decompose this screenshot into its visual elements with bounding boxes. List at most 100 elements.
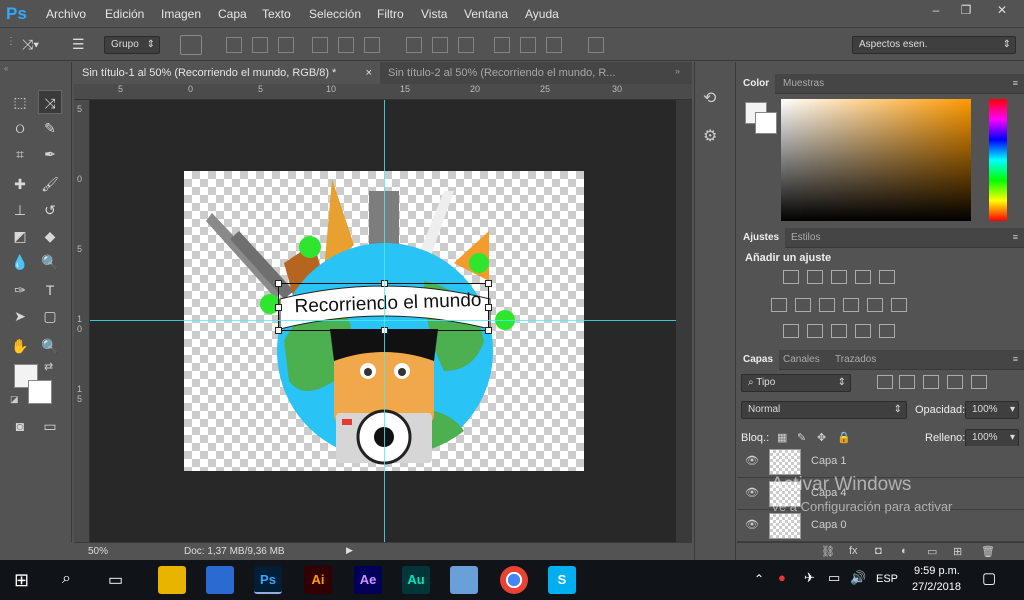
invert-icon[interactable] [783, 324, 799, 338]
distribute-left-icon[interactable] [494, 37, 510, 53]
screen-mode-icon[interactable]: ▭ [38, 414, 62, 438]
volume-tray-icon[interactable]: 🔊 [850, 570, 866, 586]
collapse-icon[interactable]: « [4, 64, 8, 73]
brightness-icon[interactable] [783, 270, 799, 284]
visibility-eye-icon[interactable]: 👁 [745, 486, 759, 499]
zoom-tool-icon[interactable]: 🔍 [38, 334, 62, 358]
filter-type-icon[interactable] [923, 375, 939, 389]
stamp-tool-icon[interactable]: ⊥ [8, 198, 32, 222]
lock-pixels-icon[interactable]: ▦ [777, 431, 787, 444]
search-icon[interactable]: ⌕ [62, 570, 71, 588]
transform-handle[interactable] [275, 280, 282, 287]
align-bottom-icon[interactable] [278, 37, 294, 53]
store-icon[interactable] [206, 566, 234, 594]
menu-vista[interactable]: Vista [421, 7, 447, 21]
zoom-level[interactable]: 50% [88, 546, 108, 557]
path-select-tool-icon[interactable]: ➤ [8, 304, 32, 328]
menu-capa[interactable]: Capa [218, 7, 247, 21]
history-brush-tool-icon[interactable]: ↺ [38, 198, 62, 222]
clock-time[interactable]: 9:59 p.m. [914, 565, 960, 577]
channel-mixer-icon[interactable] [867, 298, 883, 312]
tab-document-1[interactable]: Sin título-1 al 50% (Recorriendo el mund… [74, 62, 380, 84]
new-layer-icon[interactable]: ⊞ [953, 545, 962, 558]
menu-imagen[interactable]: Imagen [161, 7, 201, 21]
color-lookup-icon[interactable] [891, 298, 907, 312]
levels-icon[interactable] [807, 270, 823, 284]
filter-adjust-icon[interactable] [899, 375, 915, 389]
distribute-right-icon[interactable] [546, 37, 562, 53]
add-mask-icon[interactable]: ◘ [875, 545, 882, 557]
history-panel-icon[interactable]: ⟲ [703, 88, 716, 108]
menu-ayuda[interactable]: Ayuda [525, 7, 559, 21]
workspace-dropdown[interactable]: Aspectos esen. ⇕ [852, 36, 1016, 54]
delete-layer-icon[interactable]: 🗑 [981, 545, 995, 558]
lock-paint-icon[interactable]: ✎ [797, 431, 806, 444]
align-top-icon[interactable] [226, 37, 242, 53]
filter-image-icon[interactable] [877, 375, 893, 389]
align-vcenter-icon[interactable] [252, 37, 268, 53]
chrome-icon[interactable] [500, 566, 528, 594]
lock-move-icon[interactable]: ✥ [817, 431, 826, 444]
visibility-eye-icon[interactable]: 👁 [745, 518, 759, 531]
color-balance-icon[interactable] [795, 298, 811, 312]
transform-handle[interactable] [485, 327, 492, 334]
distribute-hcenter-icon[interactable] [520, 37, 536, 53]
gradient-map-icon[interactable] [879, 324, 895, 338]
transform-handle[interactable] [275, 327, 282, 334]
windows-start-icon[interactable]: ⊞ [14, 570, 29, 591]
auto-select-icon[interactable]: ☰ [72, 36, 85, 53]
brush-tool-icon[interactable]: 🖌 [38, 172, 62, 196]
tab-document-2[interactable]: Sin título-2 al 50% (Recorriendo el mund… [380, 62, 652, 84]
tab-styles[interactable]: Estilos [785, 228, 826, 248]
crop-tool-icon[interactable]: ⌗ [8, 142, 32, 166]
eraser-tool-icon[interactable]: ◩ [8, 224, 32, 248]
healing-tool-icon[interactable]: ✚ [8, 172, 32, 196]
link-layers-icon[interactable]: ⛓ [821, 545, 835, 558]
distribute-bottom-icon[interactable] [458, 37, 474, 53]
menu-texto[interactable]: Texto [262, 7, 291, 21]
after-effects-taskbar-icon[interactable]: Ae [354, 566, 382, 594]
dodge-tool-icon[interactable]: 🔍 [38, 250, 62, 274]
menu-seleccion[interactable]: Selección [309, 7, 361, 21]
lasso-tool-icon[interactable]: ଠ [8, 116, 32, 140]
battery-tray-icon[interactable]: ▭ [828, 570, 840, 586]
fill-field[interactable]: 100% ▾ [965, 429, 1019, 447]
quick-mask-icon[interactable]: ◙ [8, 414, 32, 438]
tab-close-icon[interactable]: × [366, 62, 372, 84]
posterize-icon[interactable] [807, 324, 823, 338]
color-bg-swatch[interactable] [755, 112, 777, 134]
status-menu-arrow-icon[interactable]: ▶ [346, 545, 353, 556]
minimize-icon[interactable]: – [922, 2, 950, 18]
shape-tool-icon[interactable]: ▢ [38, 304, 62, 328]
menu-edicion[interactable]: Edición [105, 7, 144, 21]
exposure-icon[interactable] [855, 270, 871, 284]
opacity-field[interactable]: 100% ▾ [965, 401, 1019, 419]
tabs-overflow-icon[interactable]: » [675, 66, 680, 76]
filter-smart-icon[interactable] [971, 375, 987, 389]
swap-colors-icon[interactable]: ⇄ [44, 360, 53, 373]
panel-menu-icon[interactable]: ≡ [1013, 232, 1018, 242]
filter-shape-icon[interactable] [947, 375, 963, 389]
tab-color[interactable]: Color [737, 74, 776, 94]
curves-icon[interactable] [831, 270, 847, 284]
new-adjustment-icon[interactable]: ◐ [901, 545, 908, 557]
threshold-icon[interactable] [831, 324, 847, 338]
new-group-icon[interactable]: ▭ [927, 545, 937, 558]
transform-handle[interactable] [275, 304, 282, 311]
auto-align-icon[interactable] [588, 37, 604, 53]
photoshop-taskbar-icon[interactable]: Ps [254, 566, 282, 594]
transform-controls-icon[interactable] [180, 35, 202, 55]
blur-tool-icon[interactable]: 💧 [8, 250, 32, 274]
panel-menu-icon[interactable]: ≡ [1013, 354, 1018, 364]
transform-handle[interactable] [485, 304, 492, 311]
antivirus-tray-icon[interactable]: ● [778, 570, 786, 585]
close-icon[interactable]: ✕ [984, 2, 1020, 18]
fx-icon[interactable]: fx [849, 545, 858, 557]
hand-tool-icon[interactable]: ✋ [8, 334, 32, 358]
background-color-swatch[interactable] [28, 380, 52, 404]
menu-archivo[interactable]: Archivo [46, 7, 86, 21]
language-indicator[interactable]: ESP [876, 573, 898, 585]
layer-row[interactable]: 👁 Capa 0 [737, 510, 1024, 542]
notifications-icon[interactable]: ▢ [982, 569, 996, 587]
restore-icon[interactable]: ❐ [952, 2, 980, 18]
